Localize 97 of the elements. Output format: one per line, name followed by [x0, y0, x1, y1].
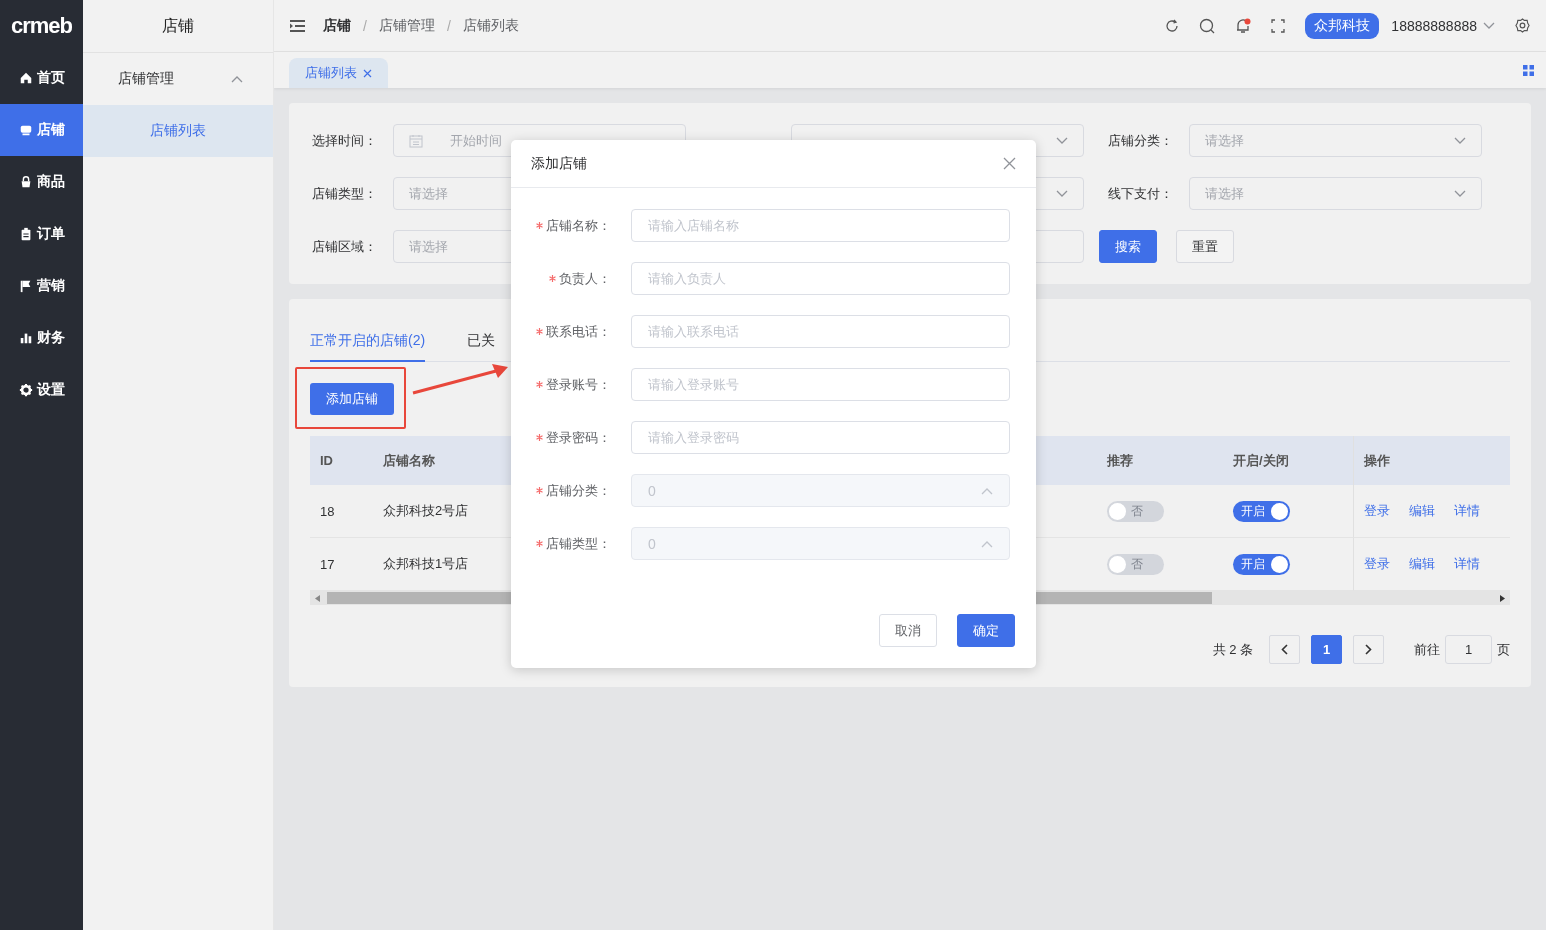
- sidebar-item[interactable]: 设置: [0, 364, 83, 416]
- action-link[interactable]: 详情: [1454, 502, 1480, 520]
- list-tab[interactable]: 正常开启的店铺(2): [310, 332, 426, 362]
- submenu-group[interactable]: 店铺管理: [83, 53, 273, 105]
- breadcrumb-item[interactable]: 店铺管理: [378, 16, 435, 35]
- bell-icon[interactable]: [1235, 17, 1252, 34]
- form-label: 登录账号：: [546, 375, 611, 394]
- confirm-button[interactable]: 确定: [957, 614, 1015, 647]
- sidebar-item[interactable]: 店铺: [0, 104, 83, 156]
- text-input-field[interactable]: 请输入联系电话: [631, 315, 1010, 348]
- action-link[interactable]: 编辑: [1409, 502, 1435, 520]
- action-link[interactable]: 详情: [1454, 555, 1480, 573]
- close-icon[interactable]: [363, 68, 372, 78]
- page-unit: 页: [1497, 640, 1510, 659]
- form-label: 联系电话：: [546, 322, 611, 341]
- flag-icon: [18, 279, 33, 293]
- table-cell: 18: [320, 503, 335, 519]
- next-page-button[interactable]: [1353, 635, 1384, 664]
- gear-icon: [18, 383, 33, 397]
- page-button[interactable]: 1: [1311, 635, 1342, 664]
- list-tab[interactable]: 已关: [467, 332, 496, 362]
- action-link[interactable]: 登录: [1364, 502, 1390, 520]
- add-store-button[interactable]: 添加店铺: [310, 383, 394, 415]
- chevron-down-icon: [1056, 136, 1068, 145]
- sidebar-item[interactable]: 首页: [0, 52, 83, 104]
- bars-icon: [18, 331, 33, 345]
- chevron-down-icon: [1483, 21, 1495, 30]
- column-header: 开启/关闭: [1233, 451, 1289, 470]
- text-input-field[interactable]: 请输入登录账号: [631, 368, 1010, 401]
- home-icon: [18, 71, 33, 85]
- sidebar-item[interactable]: 营销: [0, 260, 83, 312]
- form-label: 店铺名称：: [546, 216, 611, 235]
- toggle-switch[interactable]: 开启: [1233, 553, 1290, 575]
- chevron-down-icon: [1454, 136, 1466, 145]
- text-input-field[interactable]: 请输入店铺名称: [631, 209, 1010, 242]
- form-label: 店铺类型：: [546, 534, 611, 553]
- column-header: 推荐: [1107, 451, 1133, 470]
- action-link[interactable]: 编辑: [1409, 555, 1435, 573]
- company-badge: 众邦科技: [1305, 12, 1380, 39]
- user-name[interactable]: 18888888888: [1391, 17, 1477, 34]
- total-count: 共 2 条: [1212, 640, 1253, 659]
- breadcrumb-separator: /: [446, 17, 451, 34]
- breadcrumb-item[interactable]: 店铺列表: [462, 16, 519, 35]
- toggle-switch[interactable]: 开启: [1233, 500, 1290, 522]
- toggle-switch[interactable]: 否: [1107, 553, 1164, 575]
- store-icon: [18, 123, 33, 137]
- table-cell: 众邦科技1号店: [383, 555, 469, 573]
- chevron-left-icon: [1281, 644, 1288, 655]
- close-icon[interactable]: [1003, 157, 1016, 170]
- scroll-right-icon[interactable]: [1500, 594, 1505, 602]
- column-header: 操作: [1364, 451, 1390, 470]
- search-icon[interactable]: [1199, 17, 1216, 34]
- chevron-right-icon: [1365, 644, 1372, 655]
- table-cell: 17: [320, 556, 335, 572]
- page-tab[interactable]: 店铺列表: [289, 58, 388, 88]
- cancel-button[interactable]: 取消: [879, 614, 937, 647]
- filter-label: 店铺分类：: [1108, 131, 1174, 150]
- dialog-title: 添加店铺: [531, 154, 587, 173]
- chevron-down-icon: [1454, 189, 1466, 198]
- action-link[interactable]: 登录: [1364, 555, 1390, 573]
- filter-label: 店铺区域：: [312, 237, 378, 256]
- chevron-down-icon: [1056, 189, 1068, 198]
- filter-label: 选择时间：: [312, 131, 378, 150]
- caret-up-icon: [981, 539, 993, 548]
- form-label: 店铺分类：: [546, 481, 611, 500]
- grid-icon[interactable]: [1523, 64, 1534, 76]
- goto-label: 前往: [1414, 640, 1440, 659]
- submenu-item[interactable]: 店铺列表: [83, 105, 273, 157]
- sidebar-item[interactable]: 订单: [0, 208, 83, 260]
- menu-icon[interactable]: [290, 19, 305, 32]
- filter-label: 店铺类型：: [312, 184, 378, 203]
- breadcrumb-separator: /: [363, 17, 367, 34]
- caret-up-icon: [231, 75, 243, 83]
- previous-page-button[interactable]: [1269, 635, 1300, 664]
- scroll-left-icon[interactable]: [315, 594, 320, 602]
- text-input-field[interactable]: 请输入登录密码: [631, 421, 1010, 454]
- sidebar-item[interactable]: 商品: [0, 156, 83, 208]
- reset-button[interactable]: 重置: [1176, 230, 1234, 263]
- search-button[interactable]: 搜索: [1099, 230, 1157, 263]
- page-input[interactable]: 1: [1445, 635, 1492, 664]
- calendar-icon: [409, 133, 423, 148]
- text-input-field[interactable]: 请输入负责人: [631, 262, 1010, 295]
- logo: crmeb: [9, 12, 73, 40]
- toggle-switch[interactable]: 否: [1107, 500, 1164, 522]
- breadcrumb-item[interactable]: 店铺: [323, 16, 351, 35]
- filter-label: 线下支付：: [1108, 184, 1174, 203]
- fullscreen-icon[interactable]: [1271, 18, 1286, 33]
- column-header: ID: [320, 453, 333, 468]
- submenu-title: 店铺: [83, 0, 273, 53]
- form-label: 登录密码：: [546, 428, 611, 447]
- refresh-icon[interactable]: [1165, 18, 1180, 33]
- column-header: 店铺名称: [383, 451, 435, 470]
- caret-up-icon: [981, 486, 993, 495]
- sidebar-item[interactable]: 财务: [0, 312, 83, 364]
- settings-icon[interactable]: [1515, 18, 1530, 33]
- form-label: 负责人：: [559, 269, 611, 288]
- table-cell: 众邦科技2号店: [383, 502, 469, 520]
